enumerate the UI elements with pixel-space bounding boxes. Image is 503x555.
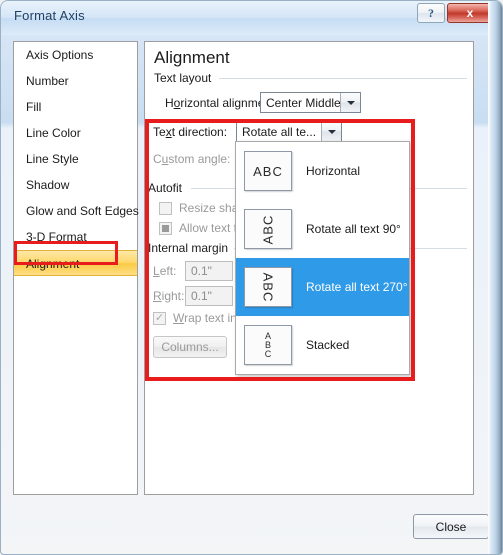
sidebar-item-alignment[interactable]: Alignment <box>14 250 137 276</box>
allow-text-label: Allow text to <box>179 221 244 235</box>
close-icon[interactable]: x <box>447 3 493 23</box>
sidebar-item-axis-options[interactable]: Axis Options <box>14 42 137 68</box>
chevron-down-icon[interactable] <box>321 122 341 141</box>
right-margin-label: Right: <box>153 289 185 303</box>
horizontal-alignment-select[interactable]: Center Middle <box>260 92 361 113</box>
abc-horizontal-icon: ABC <box>244 151 292 191</box>
custom-angle-label: Custom angle: <box>153 152 231 166</box>
dropdown-item-label: Rotate all text 90° <box>306 222 401 236</box>
close-button-label: Close <box>435 519 467 534</box>
category-sidebar[interactable]: Axis Options Number Fill Line Color Line… <box>13 41 139 495</box>
abc-stacked-icon: ABC <box>244 325 292 365</box>
section-divider-text-layout <box>219 78 467 79</box>
sidebar-item-3d-format[interactable]: 3-D Format <box>14 224 137 250</box>
horizontal-alignment-value: Center Middle <box>266 95 340 110</box>
sidebar-item-line-style[interactable]: Line Style <box>14 146 137 172</box>
section-header-internal-margin: Internal margin <box>148 241 235 255</box>
sidebar-item-shadow[interactable]: Shadow <box>14 172 137 198</box>
stacked-glyph: ABC <box>264 330 272 359</box>
wrap-text-label: Wrap text in <box>173 311 237 325</box>
text-direction-label: Text direction: <box>153 125 228 139</box>
abc-rotate-90-icon: ABC <box>244 209 292 249</box>
dropdown-item-label: Horizontal <box>306 164 361 178</box>
dropdown-item-label: Rotate all text 270° <box>306 280 408 294</box>
dropdown-item-horizontal[interactable]: ABC Horizontal <box>236 142 409 200</box>
text-direction-value: Rotate all te... <box>242 124 317 139</box>
wrap-text-checkbox[interactable]: ✓ <box>153 312 166 325</box>
page-title: Alignment <box>154 48 230 67</box>
section-header-autofit: Autofit <box>148 181 189 195</box>
right-margin-input[interactable]: 0.1" <box>185 286 233 306</box>
abc-rotate-270-icon: ABC <box>244 267 292 307</box>
section-header-text-layout: Text layout <box>154 71 218 85</box>
text-direction-select[interactable]: Rotate all te... <box>236 121 342 142</box>
dropdown-item-rotate-270[interactable]: ABC Rotate all text 270° <box>236 258 409 316</box>
help-icon[interactable]: ? <box>417 3 445 23</box>
close-button[interactable]: Close <box>413 514 489 539</box>
columns-button-label: Columns... <box>161 340 219 354</box>
columns-button[interactable]: Columns... <box>153 336 227 358</box>
sidebar-item-number[interactable]: Number <box>14 68 137 94</box>
sidebar-item-glow-and-soft-edges[interactable]: Glow and Soft Edges <box>14 198 139 224</box>
sidebar-item-fill[interactable]: Fill <box>14 94 137 120</box>
resize-shape-radio[interactable] <box>159 202 172 215</box>
text-direction-dropdown-list[interactable]: ABC Horizontal ABC Rotate all text 90° A… <box>235 141 410 375</box>
window-title: Format Axis <box>14 8 85 23</box>
format-axis-dialog: Format Axis ? x Axis Options Number Fill… <box>0 0 503 555</box>
dropdown-item-rotate-90[interactable]: ABC Rotate all text 90° <box>236 200 409 258</box>
sidebar-item-line-color[interactable]: Line Color <box>14 120 137 146</box>
left-margin-input[interactable]: 0.1" <box>185 261 233 281</box>
allow-text-radio[interactable] <box>159 222 172 235</box>
dropdown-item-label: Stacked <box>306 338 350 352</box>
chevron-down-icon[interactable] <box>340 93 360 112</box>
left-margin-label: Left: <box>153 264 177 278</box>
title-bar: Format Axis ? x <box>1 1 502 35</box>
dropdown-item-stacked[interactable]: ABC Stacked <box>236 316 409 374</box>
